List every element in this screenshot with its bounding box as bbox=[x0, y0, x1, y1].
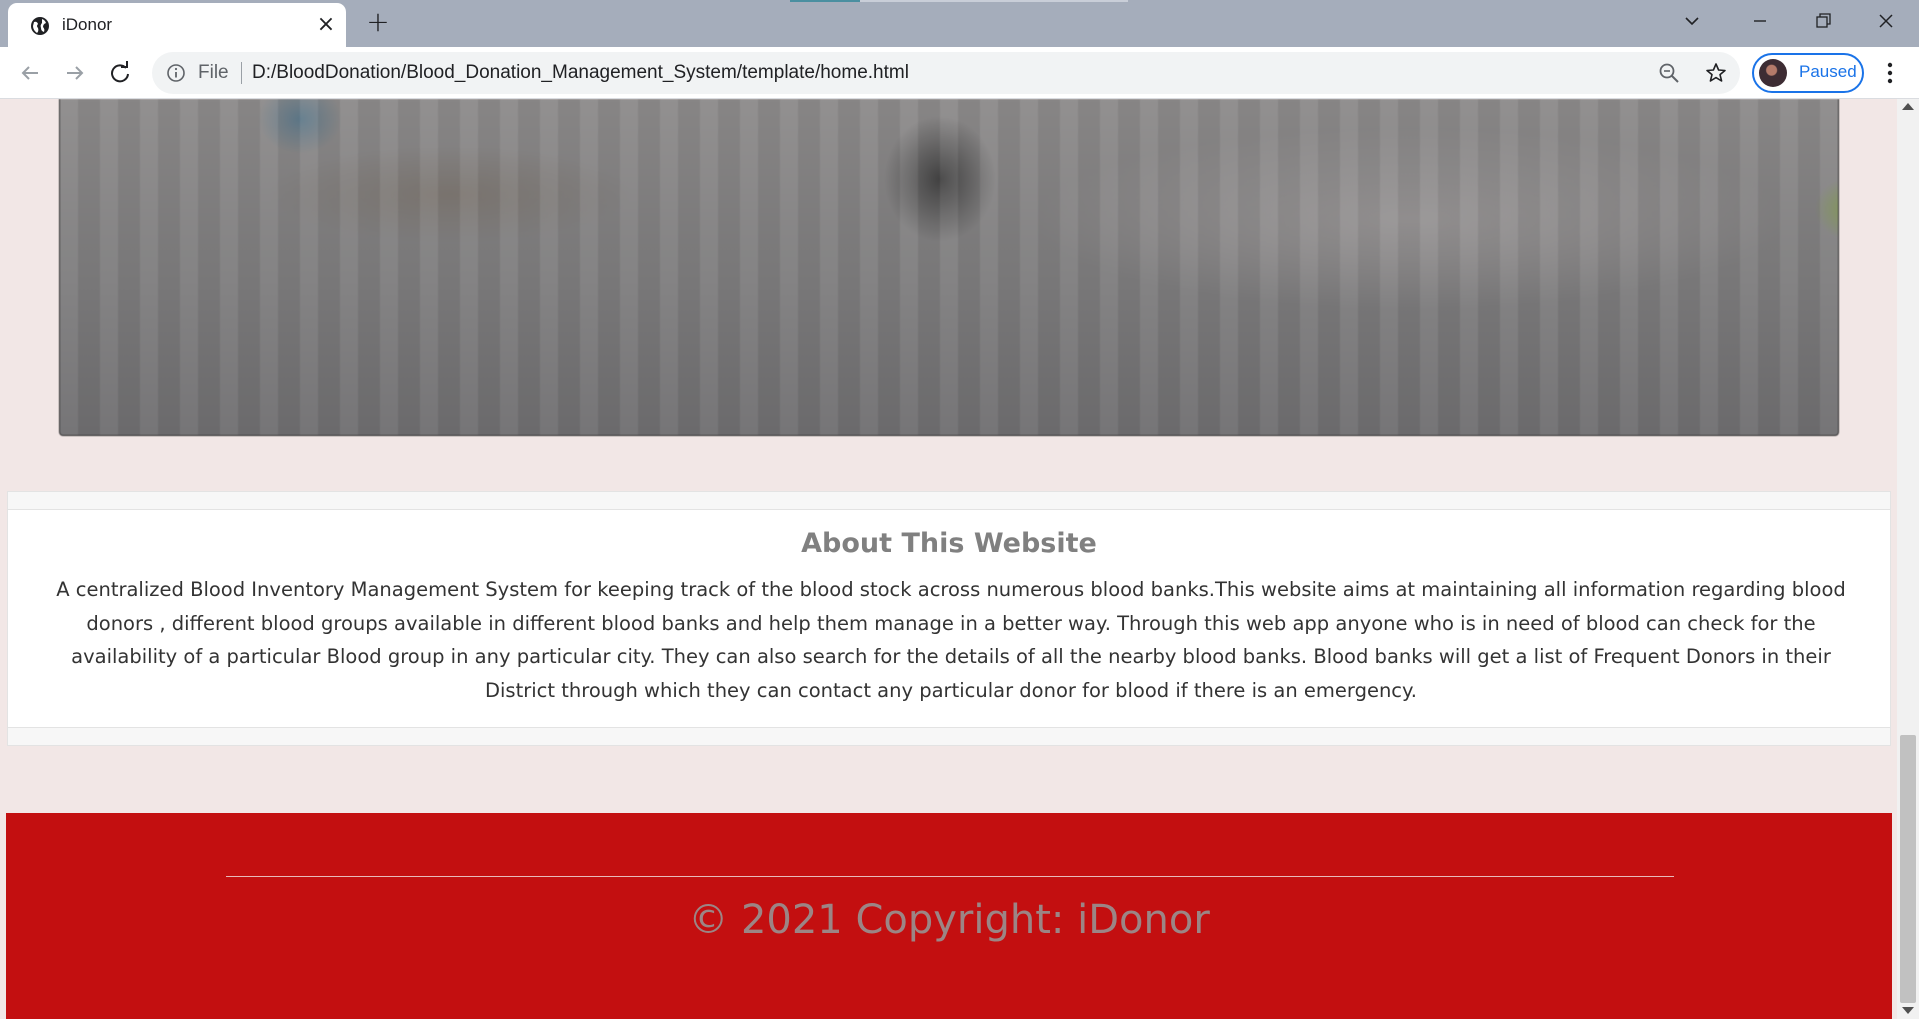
omnibox-divider bbox=[241, 62, 242, 84]
url-text[interactable]: D:/BloodDonation/Blood_Donation_Manageme… bbox=[252, 62, 909, 84]
address-bar[interactable]: File D:/BloodDonation/Blood_Donation_Man… bbox=[152, 52, 1740, 94]
kebab-menu-icon[interactable] bbox=[1878, 60, 1902, 86]
forward-arrow-icon[interactable] bbox=[59, 57, 91, 89]
card-footer bbox=[8, 727, 1890, 745]
globe-icon bbox=[31, 17, 49, 35]
page-viewport: About This Website A centralized Blood I… bbox=[0, 99, 1919, 1019]
avatar bbox=[1759, 59, 1787, 87]
site-footer: © 2021 Copyright: iDonor bbox=[6, 813, 1892, 1019]
loading-indicator bbox=[790, 0, 860, 2]
back-arrow-icon[interactable] bbox=[14, 57, 46, 89]
chevron-down-icon[interactable] bbox=[1672, 6, 1712, 38]
scheme-label: File bbox=[198, 62, 229, 83]
browser-tab[interactable]: iDonor × bbox=[8, 3, 346, 47]
scroll-up-arrow[interactable] bbox=[1902, 103, 1914, 110]
loading-indicator-track bbox=[860, 0, 1128, 2]
zoom-out-icon[interactable] bbox=[1658, 62, 1680, 84]
scroll-down-arrow[interactable] bbox=[1902, 1007, 1914, 1014]
hero-image bbox=[59, 99, 1839, 436]
minimize-icon[interactable] bbox=[1740, 6, 1780, 38]
footer-copyright: © 2021 Copyright: iDonor bbox=[688, 897, 1210, 943]
profile-status: Paused bbox=[1799, 62, 1857, 81]
profile-button[interactable]: Paused bbox=[1752, 53, 1864, 93]
browser-toolbar: File D:/BloodDonation/Blood_Donation_Man… bbox=[0, 47, 1919, 99]
tab-strip: iDonor × + bbox=[0, 0, 1919, 47]
plus-icon[interactable]: + bbox=[364, 8, 392, 37]
close-icon[interactable]: × bbox=[314, 13, 338, 37]
about-card: About This Website A centralized Blood I… bbox=[7, 491, 1891, 746]
window-close-icon[interactable] bbox=[1866, 6, 1906, 38]
info-icon[interactable] bbox=[166, 63, 186, 83]
reload-icon[interactable] bbox=[104, 57, 136, 89]
about-description: A centralized Blood Inventory Management… bbox=[56, 578, 1846, 702]
footer-divider bbox=[226, 876, 1674, 877]
restore-icon[interactable] bbox=[1803, 6, 1843, 38]
about-title: About This Website bbox=[801, 528, 1097, 559]
hero-image-texture bbox=[60, 99, 1838, 435]
scrollbar-thumb[interactable] bbox=[1900, 735, 1916, 1003]
star-icon[interactable] bbox=[1704, 61, 1728, 85]
tab-title: iDonor bbox=[62, 15, 113, 34]
card-header bbox=[8, 492, 1890, 510]
vertical-scrollbar[interactable] bbox=[1897, 99, 1919, 1019]
